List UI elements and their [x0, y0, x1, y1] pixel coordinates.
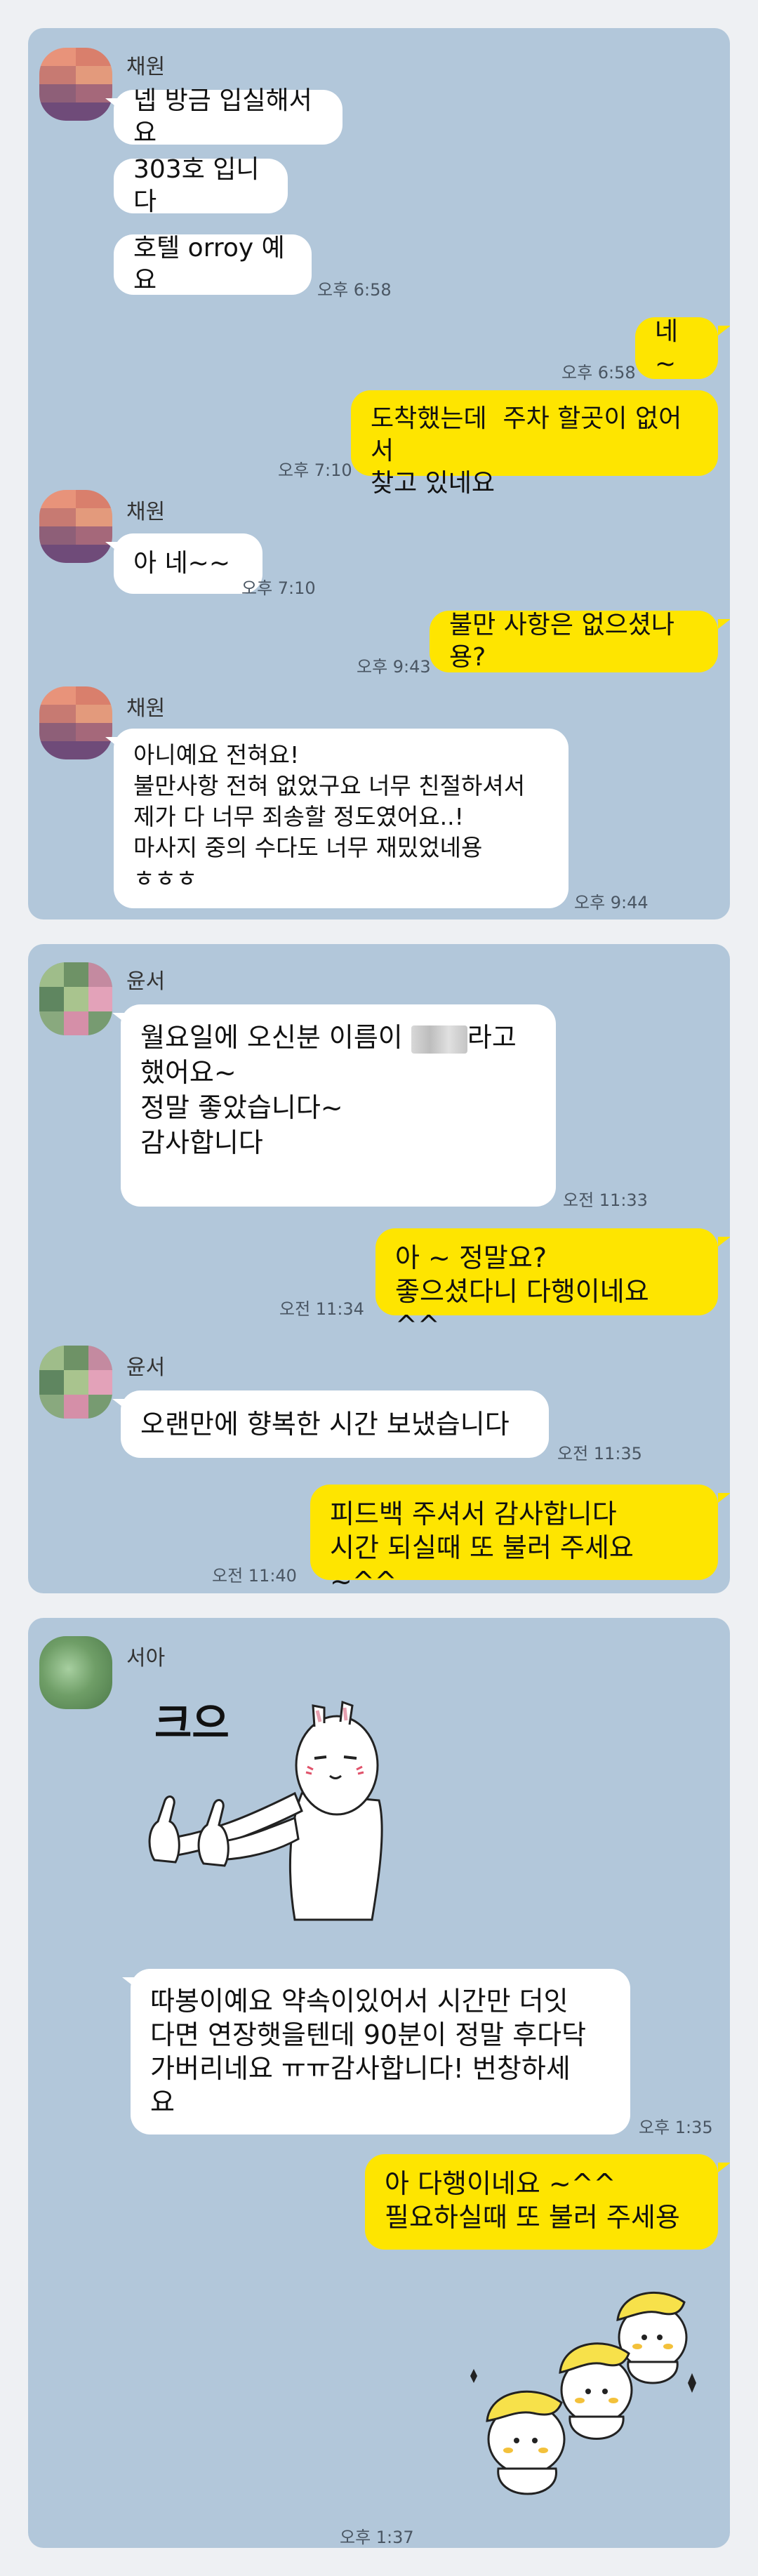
my-message-bubble[interactable]: 아 다행이네요 ~^^ 필요하실때 또 불러 주세용 [365, 2154, 718, 2250]
blurred-name [411, 1025, 467, 1054]
bubble-tail [105, 542, 118, 552]
bubble-tail [718, 619, 730, 629]
sender-name: 채원 [126, 55, 166, 79]
message-time: 오전 11:40 [212, 1566, 297, 1586]
chat-panel-3: 서아 크으 따봉이예요 약속이있어서 시간만 더잇 다면 연장햇을텐데 90분이… [28, 1618, 730, 2548]
my-message-bubble[interactable]: 네 ~ [635, 317, 718, 379]
message-time: 오후 6:58 [561, 363, 636, 383]
avatar[interactable] [39, 1636, 112, 1709]
message-time: 오후 6:58 [317, 280, 392, 300]
my-message-bubble[interactable]: 도착했는데 주차 할곳이 없어서 찾고 있네요 [351, 390, 718, 498]
avatar[interactable] [39, 962, 112, 1035]
bubble-tail [105, 98, 118, 108]
sender-name: 윤서 [126, 969, 166, 994]
message-bubble[interactable]: 아니예요 전혀요! 불만사항 전혀 없었구요 너무 친절하셔서 제가 다 너무 … [114, 729, 568, 908]
bubble-tail [718, 1237, 730, 1247]
message-time: 오전 11:33 [563, 1190, 648, 1210]
bubble-tail [718, 1493, 730, 1503]
banana-bunnies-sticker[interactable] [449, 2271, 716, 2509]
message-time: 오전 11:34 [279, 1299, 364, 1319]
message-text: 월요일에 오신분 이름이 라고 했어요~ 정말 좋았습니다~ 감사합니다 [140, 1022, 517, 1158]
message-bubble[interactable]: 오랜만에 향복한 시간 보냈습니다 [121, 1390, 549, 1458]
avatar[interactable] [39, 686, 112, 759]
message-bubble[interactable]: 따봉이예요 약속이있어서 시간만 더잇 다면 연장햇을텐데 90분이 정말 후다… [131, 1969, 630, 2135]
message-bubble[interactable]: 아 네~~ [114, 533, 262, 594]
avatar[interactable] [39, 48, 112, 121]
bubble-tail [718, 2163, 730, 2172]
bubble-tail [718, 326, 730, 336]
thumbs-up-sticker[interactable]: 크으 [126, 1688, 456, 1955]
message-bubble[interactable]: 303호 입니다 [114, 155, 288, 216]
message-time: 오후 7:10 [241, 578, 316, 598]
message-bubble[interactable]: 호텔 orroy 예요 [114, 234, 312, 295]
message-time: 오후 1:35 [639, 2118, 713, 2137]
message-time: 오전 11:35 [557, 1444, 642, 1463]
message-time: 오후 1:37 [340, 2528, 414, 2547]
chat-panel-1: 채원 넵 방금 입실해서요 303호 입니다 호텔 orroy 예요 오후 6:… [28, 28, 730, 919]
sender-name: 서아 [126, 1646, 166, 1671]
my-message-bubble[interactable]: 불만 사항은 없으셨나용? [430, 611, 718, 672]
message-time: 오후 9:43 [357, 657, 431, 677]
message-bubble[interactable]: 넵 방금 입실해서요 [114, 86, 343, 147]
sticker-text: 크으 [154, 1699, 230, 1747]
sender-name: 채원 [126, 500, 166, 524]
bubble-tail [112, 1013, 125, 1023]
avatar[interactable] [39, 1346, 112, 1419]
sender-name: 윤서 [126, 1355, 166, 1380]
bubble-tail [112, 1399, 125, 1409]
message-time: 오후 7:10 [278, 460, 352, 480]
my-message-bubble[interactable]: 아 ~ 정말요? 좋으셨다니 다행이네요 ^^ [375, 1228, 718, 1341]
chat-panel-2: 윤서 월요일에 오신분 이름이 라고 했어요~ 정말 좋았습니다~ 감사합니다 … [28, 944, 730, 1593]
bubble-tail [122, 1977, 135, 1987]
bubble-tail [105, 737, 118, 747]
message-time: 오후 9:44 [574, 893, 649, 912]
my-message-bubble[interactable]: 피드백 주셔서 감사합니다 시간 되실때 또 불러 주세요 ~^^ [310, 1485, 718, 1593]
sender-name: 채원 [126, 696, 166, 721]
message-bubble[interactable]: 월요일에 오신분 이름이 라고 했어요~ 정말 좋았습니다~ 감사합니다 [121, 1004, 556, 1207]
avatar[interactable] [39, 490, 112, 563]
